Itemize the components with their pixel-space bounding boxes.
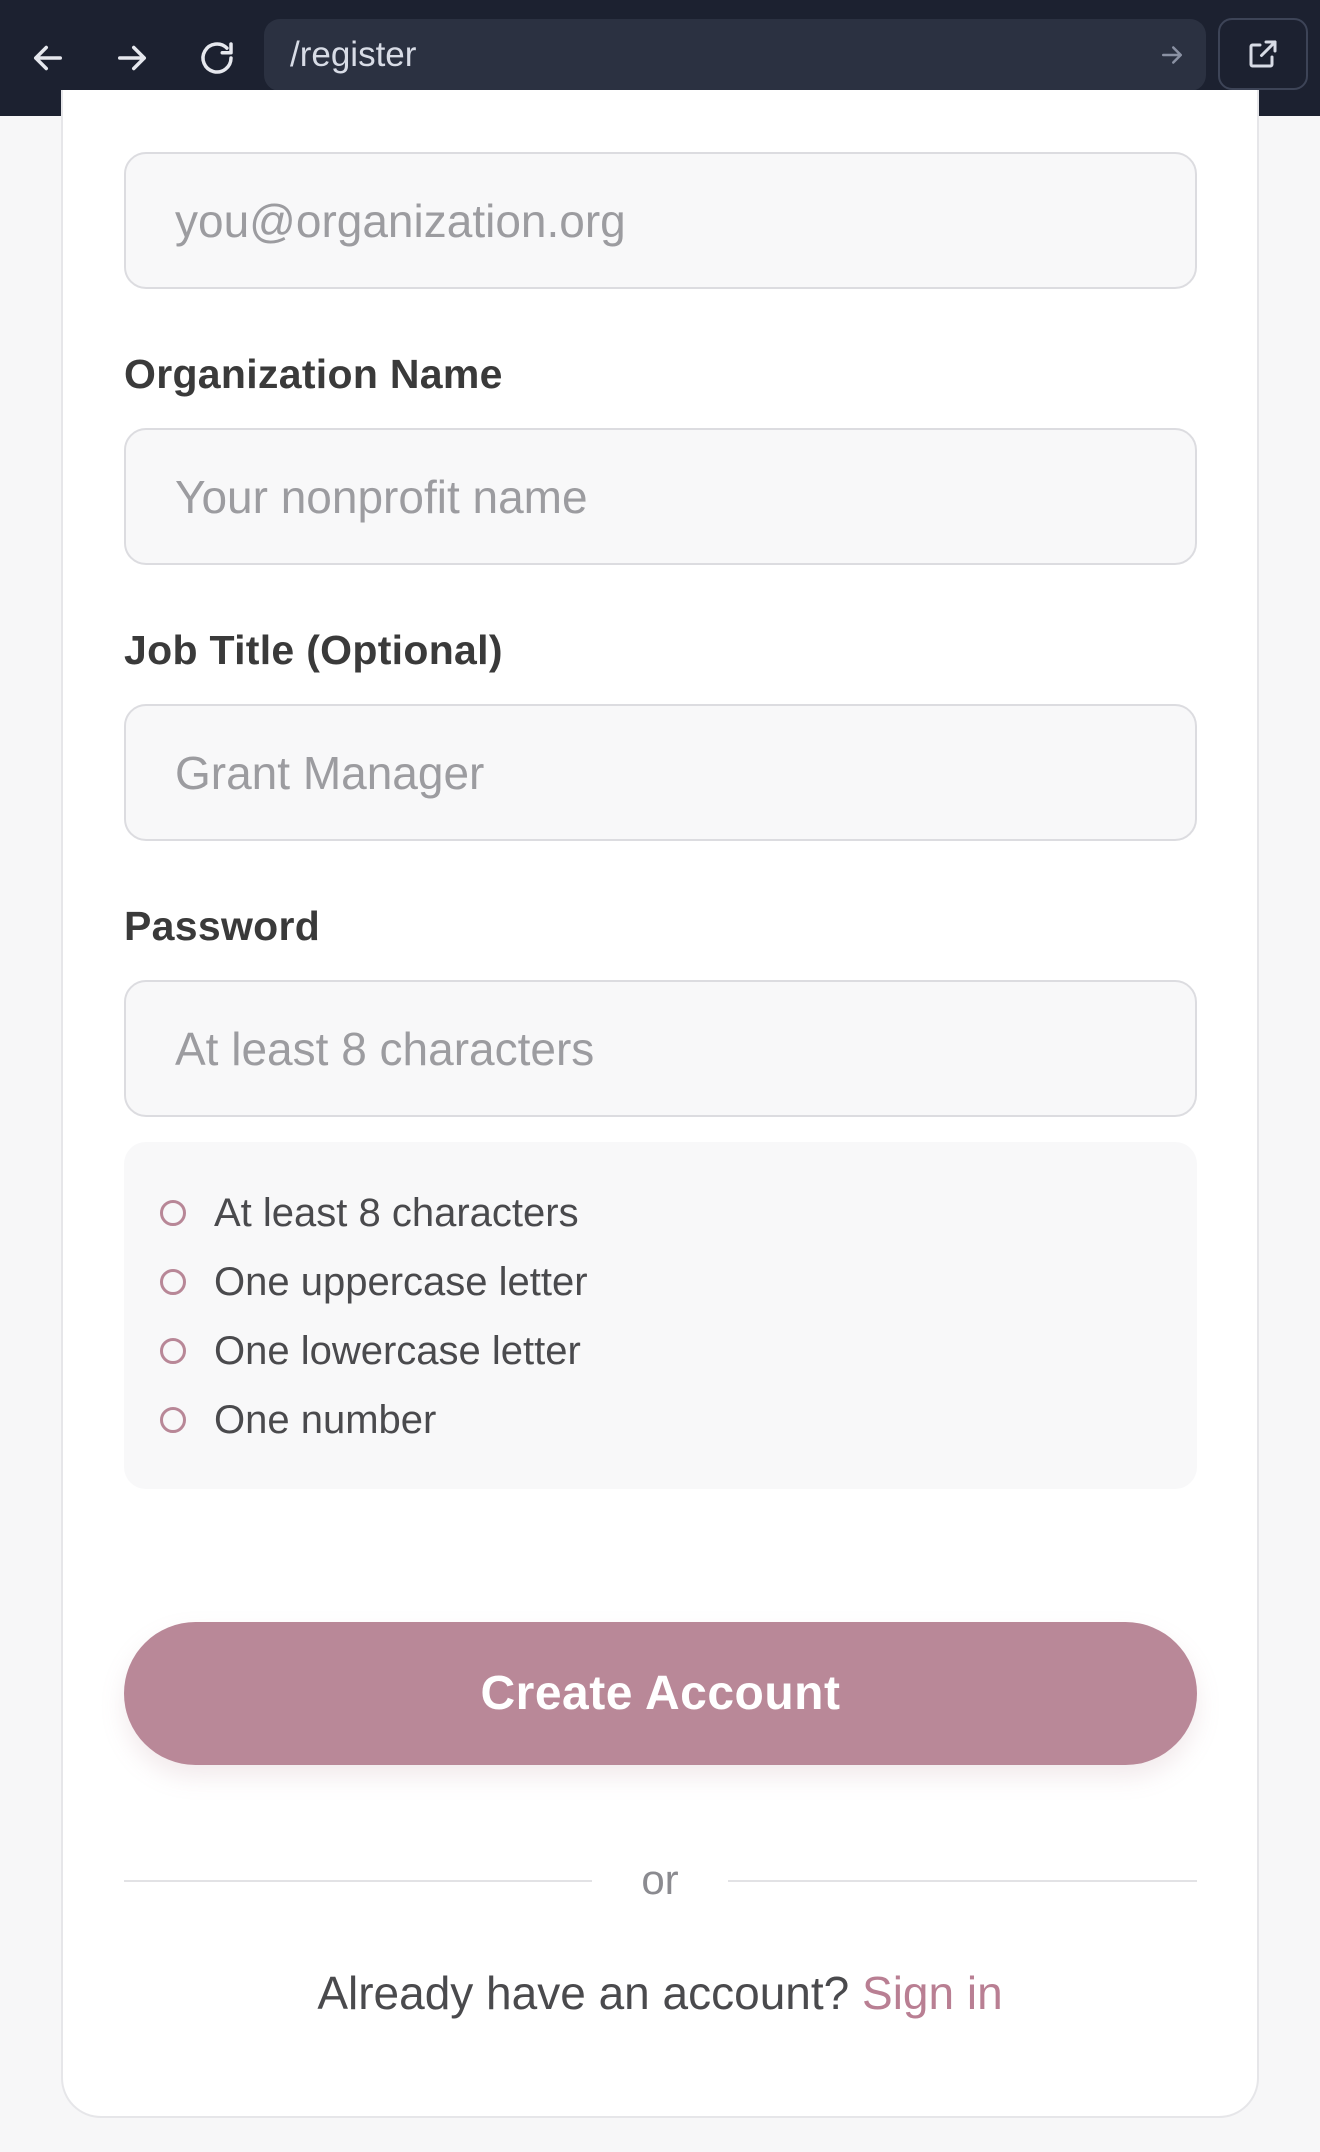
external-link-icon	[1249, 40, 1277, 68]
arrow-left-icon	[34, 45, 62, 71]
address-bar[interactable]: /register	[264, 19, 1206, 91]
password-field[interactable]	[124, 980, 1197, 1117]
open-external-button[interactable]	[1218, 18, 1308, 90]
create-account-button[interactable]: Create Account	[124, 1622, 1197, 1765]
requirement-text: One lowercase letter	[214, 1328, 581, 1373]
forward-button[interactable]	[96, 22, 168, 94]
url-text: /register	[290, 35, 417, 74]
password-label: Password	[124, 903, 321, 949]
password-requirements: At least 8 characters One uppercase lett…	[124, 1142, 1197, 1489]
job-title-field[interactable]	[124, 704, 1197, 841]
divider-line-left	[124, 1880, 592, 1882]
email-field[interactable]	[124, 152, 1197, 289]
requirement-item: One uppercase letter	[160, 1252, 588, 1312]
circle-icon	[160, 1269, 186, 1295]
divider-line-right	[728, 1880, 1197, 1882]
circle-icon	[160, 1200, 186, 1226]
requirement-text: At least 8 characters	[214, 1190, 579, 1235]
requirement-text: One number	[214, 1397, 437, 1442]
divider-or: or	[641, 1856, 679, 1903]
arrow-right-icon	[1162, 46, 1182, 64]
reload-button[interactable]	[181, 22, 253, 94]
requirement-item: At least 8 characters	[160, 1183, 579, 1243]
requirement-text: One uppercase letter	[214, 1259, 588, 1304]
requirement-item: One number	[160, 1390, 436, 1450]
circle-icon	[160, 1338, 186, 1364]
job-title-label: Job Title (Optional)	[124, 627, 503, 673]
signin-prompt-row: Already have an account? Sign in	[0, 1966, 1320, 2020]
organization-name-field[interactable]	[124, 428, 1197, 565]
reload-icon	[201, 42, 233, 74]
back-button[interactable]	[12, 22, 84, 94]
go-button[interactable]	[1152, 35, 1192, 75]
organization-label: Organization Name	[124, 351, 503, 397]
signin-prompt: Already have an account?	[317, 1967, 850, 2019]
sign-in-link[interactable]: Sign in	[862, 1967, 1003, 2019]
arrow-right-icon	[118, 45, 146, 71]
circle-icon	[160, 1407, 186, 1433]
requirement-item: One lowercase letter	[160, 1321, 581, 1381]
